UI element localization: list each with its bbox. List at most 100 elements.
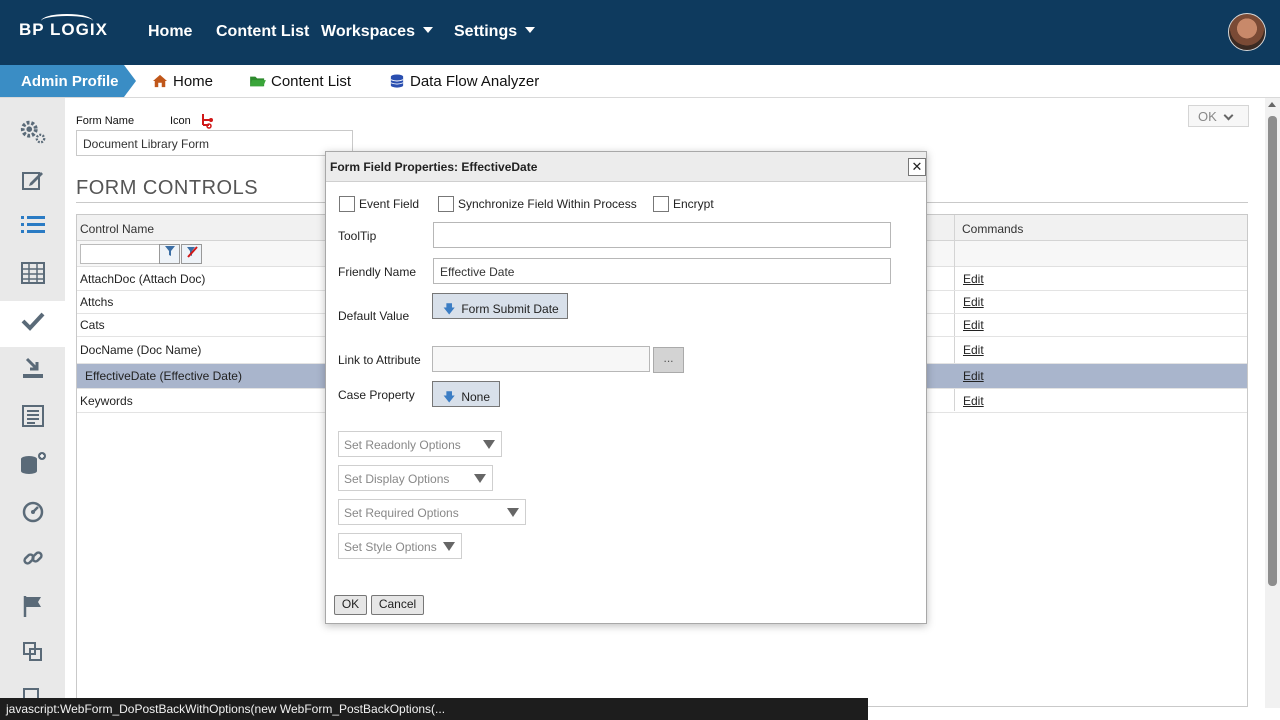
encrypt-label: Encrypt <box>673 197 714 211</box>
link-icon[interactable] <box>19 544 47 572</box>
dropdown-triangle-icon <box>507 508 519 517</box>
browser-status-bar: javascript:WebForm_DoPostBackWithOptions… <box>0 698 868 720</box>
top-nav-bar: BP LOGIX Home Content List Workspaces Se… <box>0 0 1280 65</box>
top-nav-workspaces[interactable]: Workspaces <box>321 23 433 41</box>
link-attribute-browse-button[interactable]: ... <box>653 347 684 373</box>
synchronize-checkbox[interactable] <box>438 196 454 212</box>
user-avatar[interactable] <box>1228 13 1266 51</box>
subnav-data-flow-analyzer[interactable]: Data Flow Analyzer <box>388 73 539 90</box>
readonly-options-select[interactable]: Set Readonly Options <box>338 431 502 457</box>
logo-arc <box>41 14 93 28</box>
encrypt-checkbox[interactable] <box>653 196 669 212</box>
tooltip-input[interactable] <box>433 222 891 248</box>
case-property-button-label: None <box>461 390 491 404</box>
case-property-button[interactable]: 🡇 None <box>432 381 500 407</box>
chevron-down-icon <box>1223 110 1234 121</box>
form-name-label: Form Name <box>76 115 135 127</box>
synchronize-label: Synchronize Field Within Process <box>458 197 637 211</box>
download-icon[interactable] <box>19 354 47 382</box>
bp-logix-logo[interactable]: BP LOGIX <box>19 14 108 40</box>
dialog-ok-button[interactable]: OK <box>334 595 367 615</box>
ok-dropdown-button[interactable]: OK <box>1188 105 1249 127</box>
subnav-home-label: Home <box>173 73 214 90</box>
subnav-home[interactable]: Home <box>151 73 213 90</box>
database-add-icon[interactable] <box>19 450 47 478</box>
form-icon[interactable] <box>199 113 215 129</box>
subnav-content-list[interactable]: Content List <box>249 73 351 90</box>
row-name: Attchs <box>80 295 114 309</box>
dialog-title: Form Field Properties: EffectiveDate <box>330 160 538 174</box>
event-field-label: Event Field <box>359 197 420 211</box>
col-header-control-name[interactable]: Control Name <box>80 222 154 236</box>
table-icon[interactable] <box>19 259 47 287</box>
admin-profile-tab[interactable]: Admin Profile <box>0 65 136 97</box>
edit-link[interactable]: Edit <box>963 318 984 332</box>
friendly-name-input[interactable]: Effective Date <box>433 258 891 284</box>
row-name: DocName (Doc Name) <box>80 343 202 357</box>
home-icon <box>153 74 167 88</box>
dropdown-triangle-icon <box>474 474 486 483</box>
scrollbar-thumb[interactable] <box>1268 116 1277 586</box>
flag-icon[interactable] <box>19 592 47 620</box>
default-value-button-label: Form Submit Date <box>461 302 559 316</box>
dialog-title-bar: Form Field Properties: EffectiveDate ✕ <box>326 152 926 182</box>
chevron-down-icon <box>525 27 536 33</box>
row-name: AttachDoc (Attach Doc) <box>80 272 206 286</box>
folder-icon <box>250 76 266 87</box>
style-options-label: Set Style Options <box>344 540 437 554</box>
form-name-input[interactable]: Document Library Form <box>76 130 353 156</box>
required-options-select[interactable]: Set Required Options <box>338 499 526 525</box>
display-options-select[interactable]: Set Display Options <box>338 465 493 491</box>
style-options-select[interactable]: Set Style Options <box>338 533 462 559</box>
edit-link[interactable]: Edit <box>963 394 984 408</box>
link-to-attribute-input[interactable] <box>432 346 650 372</box>
edit-link[interactable]: Edit <box>963 343 984 357</box>
subnav-data-flow-analyzer-label: Data Flow Analyzer <box>410 73 540 90</box>
edit-link[interactable]: Edit <box>963 272 984 286</box>
default-value-label: Default Value <box>338 309 410 323</box>
icon-label: Icon <box>170 115 191 127</box>
dropdown-triangle-icon <box>483 440 495 449</box>
display-options-label: Set Display Options <box>344 472 450 486</box>
list-icon[interactable] <box>19 211 47 239</box>
top-nav-workspaces-label: Workspaces <box>321 23 415 40</box>
case-property-label: Case Property <box>338 388 415 402</box>
subnav-content-list-label: Content List <box>271 73 352 90</box>
edit-icon[interactable] <box>19 166 47 194</box>
arrow-down-icon: 🡇 <box>443 390 456 404</box>
row-name: EffectiveDate (Effective Date) <box>85 369 242 383</box>
copy-icon[interactable] <box>19 638 47 666</box>
event-field-checkbox[interactable] <box>339 196 355 212</box>
close-icon[interactable]: ✕ <box>908 158 926 176</box>
scroll-up-icon[interactable] <box>1268 102 1276 107</box>
form-list-icon[interactable] <box>19 402 47 430</box>
row-name: Keywords <box>80 394 133 408</box>
left-sidebar <box>0 98 65 720</box>
dialog-cancel-button[interactable]: Cancel <box>371 595 424 615</box>
filter-icon[interactable] <box>159 244 180 264</box>
sub-nav-bar: Admin Profile Home Content List Data Flo… <box>0 65 1280 98</box>
gears-icon[interactable] <box>19 118 47 146</box>
link-to-attribute-label: Link to Attribute <box>338 353 421 367</box>
top-nav-settings-label: Settings <box>454 23 518 40</box>
edit-link[interactable]: Edit <box>963 369 984 383</box>
edit-link[interactable]: Edit <box>963 295 984 309</box>
ok-dropdown-label: OK <box>1198 109 1217 124</box>
dashboard-icon[interactable] <box>19 498 47 526</box>
database-icon <box>390 74 404 88</box>
tooltip-label: ToolTip <box>338 229 377 243</box>
col-header-commands: Commands <box>962 222 1024 236</box>
top-nav-home[interactable]: Home <box>148 23 192 41</box>
top-nav-content-list[interactable]: Content List <box>216 23 309 41</box>
default-value-button[interactable]: 🡇 Form Submit Date <box>432 293 568 319</box>
control-name-filter-input[interactable] <box>80 244 160 264</box>
vertical-scrollbar[interactable] <box>1265 98 1280 708</box>
clear-filter-icon[interactable] <box>181 244 202 264</box>
top-nav-settings[interactable]: Settings <box>454 23 536 41</box>
top-nav-content-list-label: Content List <box>216 23 310 40</box>
check-icon[interactable] <box>19 307 47 335</box>
chevron-down-icon <box>422 27 433 33</box>
admin-profile-label: Admin Profile <box>21 73 119 90</box>
readonly-options-label: Set Readonly Options <box>344 438 461 452</box>
top-nav-home-label: Home <box>148 23 193 40</box>
